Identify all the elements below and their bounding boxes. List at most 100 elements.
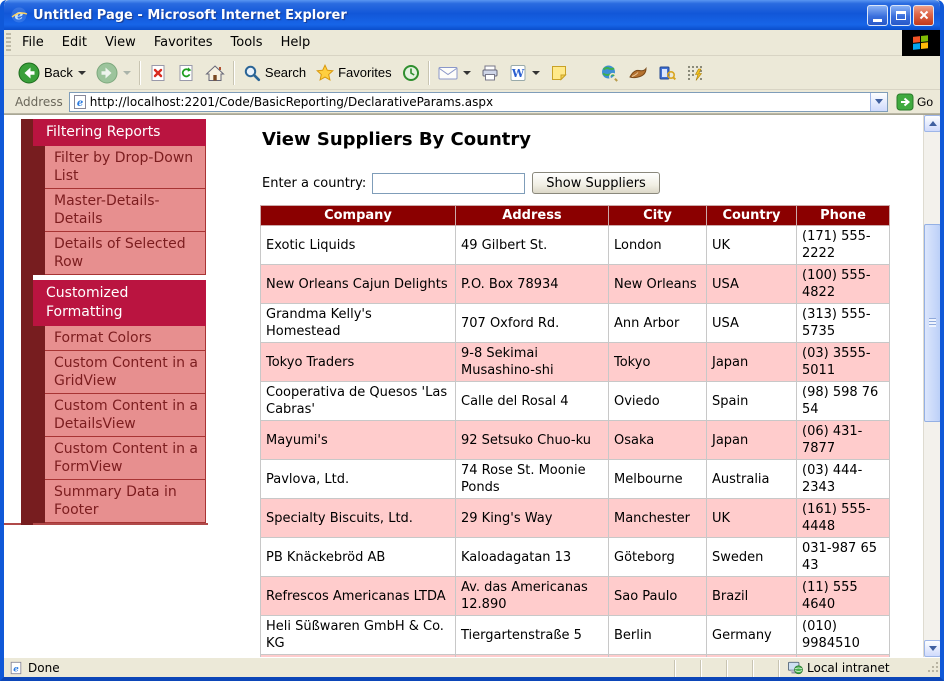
maximize-button[interactable] [890,5,911,26]
sidebar-item-details-of-selected-row[interactable]: Details of Selected Row [45,232,206,275]
show-suppliers-button[interactable]: Show Suppliers [532,172,660,194]
mail-icon [438,65,458,81]
grid-bolt-button[interactable] [681,61,709,85]
fox-icon [628,65,648,81]
favorites-button[interactable]: Favorites [311,61,396,85]
refresh-button[interactable] [172,61,200,85]
table-row: Cooperativa de Quesos 'Las Cabras'Calle … [261,382,890,421]
word-icon: W [509,64,527,82]
go-button[interactable]: Go [893,92,936,112]
home-button[interactable] [200,61,230,85]
yellow-note-icon [550,64,568,82]
ie-logo-icon: e [10,6,28,24]
resize-grip[interactable] [926,660,940,677]
print-button[interactable] [476,61,504,85]
table-row: Pavlova, Ltd.74 Rose St. Moonie PondsMel… [261,460,890,499]
menu-file[interactable]: File [13,30,53,55]
column-header-country: Country [707,206,797,226]
address-field: e [69,92,888,112]
menu-view[interactable]: View [96,30,145,55]
main-content: View Suppliers By Country Enter a countr… [258,115,908,657]
windows-flag-icon [902,30,940,56]
status-pane [674,660,700,677]
mail-button[interactable] [433,62,476,84]
forward-icon [96,62,118,84]
stop-icon [149,64,167,82]
standard-toolbar: Back [4,56,940,90]
svg-text:W: W [510,67,524,80]
page-title: View Suppliers By Country [262,129,908,150]
table-row: PB Knäckebröd ABKaloadagatan 13GöteborgS… [261,538,890,577]
scrollbar-thumb[interactable] [924,224,940,422]
menu-help[interactable]: Help [272,30,320,55]
page-icon: e [72,94,88,110]
browser-window: e Untitled Page - Microsoft Internet Exp… [0,0,944,681]
sidebar-section-filtering-reports[interactable]: Filtering Reports [33,119,206,146]
sidebar-item-master-details-details[interactable]: Master-Details-Details [45,189,206,232]
status-pane [700,660,726,677]
sidebar-items-group: Format Colors Custom Content in a GridVi… [33,326,206,523]
status-pane [752,660,778,677]
forward-button[interactable] [91,59,136,87]
table-row: New Orleans Cajun DelightsP.O. Box 78934… [261,265,890,304]
sidebar-item-custom-content-gridview[interactable]: Custom Content in a GridView [45,351,206,394]
close-button[interactable] [913,5,934,26]
menu-favorites[interactable]: Favorites [145,30,222,55]
favorites-star-icon [316,64,334,82]
table-header-row: Company Address City Country Phone [261,206,890,226]
scroll-down-button[interactable] [924,640,940,657]
table-row: Plutzer LebensmittelgroßmärkteBogenallee… [261,655,890,658]
fox-button[interactable] [623,62,653,84]
history-button[interactable] [397,61,425,85]
back-button[interactable]: Back [13,59,91,87]
sidebar-item-format-colors[interactable]: Format Colors [45,326,206,351]
sidebar-item-custom-content-detailsview[interactable]: Custom Content in a DetailsView [45,394,206,437]
svg-text:e: e [77,98,83,109]
table-row: Exotic Liquids49 Gilbert St.LondonUK(171… [261,226,890,265]
notes-button[interactable] [545,61,573,85]
forward-dropdown-caret [123,71,131,75]
vertical-scrollbar[interactable] [923,115,940,657]
book-search-button[interactable] [653,61,681,85]
address-input[interactable] [88,95,870,109]
sidebar-item-custom-content-formview[interactable]: Custom Content in a FormView [45,437,206,480]
minimize-button[interactable] [867,5,888,26]
toolbar-separator [139,61,141,85]
address-label: Address [15,95,63,109]
back-dropdown-caret [78,71,86,75]
table-row: Grandma Kelly's Homestead707 Oxford Rd.A… [261,304,890,343]
table-row: Specialty Biscuits, Ltd.29 King's WayMan… [261,499,890,538]
search-button[interactable]: Search [238,61,311,85]
home-icon [205,64,225,82]
title-bar: e Untitled Page - Microsoft Internet Exp… [4,0,940,30]
scroll-up-button[interactable] [924,115,940,132]
globe-search-icon [600,64,618,82]
table-row: Heli Süßwaren GmbH & Co. KGTiergartenstr… [261,616,890,655]
status-text: Done [28,661,60,675]
sidebar-item-filter-by-dropdown-list[interactable]: Filter by Drop-Down List [45,146,206,189]
status-pane [726,660,752,677]
search-icon [243,64,261,82]
svg-text:e: e [15,8,24,24]
menu-bar: File Edit View Favorites Tools Help [4,30,940,56]
menubar-grip[interactable] [6,33,11,52]
table-row: Refrescos Americanas LTDAAv. das America… [261,577,890,616]
suppliers-table: Company Address City Country Phone Exoti… [260,205,890,657]
sidebar-bottom-rule [4,523,208,525]
globe-search-button[interactable] [595,61,623,85]
table-row: Mayumi's92 Setsuko Chuo-kuOsakaJapan(06)… [261,421,890,460]
sidebar-section-customized-formatting[interactable]: Customized Formatting [33,280,206,326]
security-zone-pane: Local intranet [778,660,926,677]
status-page-icon: e [9,661,23,675]
address-dropdown-button[interactable] [870,93,887,111]
svg-text:e: e [13,665,19,675]
menu-edit[interactable]: Edit [53,30,96,55]
country-input[interactable] [372,173,525,194]
status-bar: e Done Local intranet [4,657,940,678]
toolbar-separator [428,61,430,85]
menu-tools[interactable]: Tools [222,30,272,55]
stop-button[interactable] [144,61,172,85]
edit-with-word-button[interactable]: W [504,61,545,85]
sidebar-item-summary-data-in-footer[interactable]: Summary Data in Footer [45,480,206,523]
table-row: Tokyo Traders9-8 Sekimai Musashino-shiTo… [261,343,890,382]
